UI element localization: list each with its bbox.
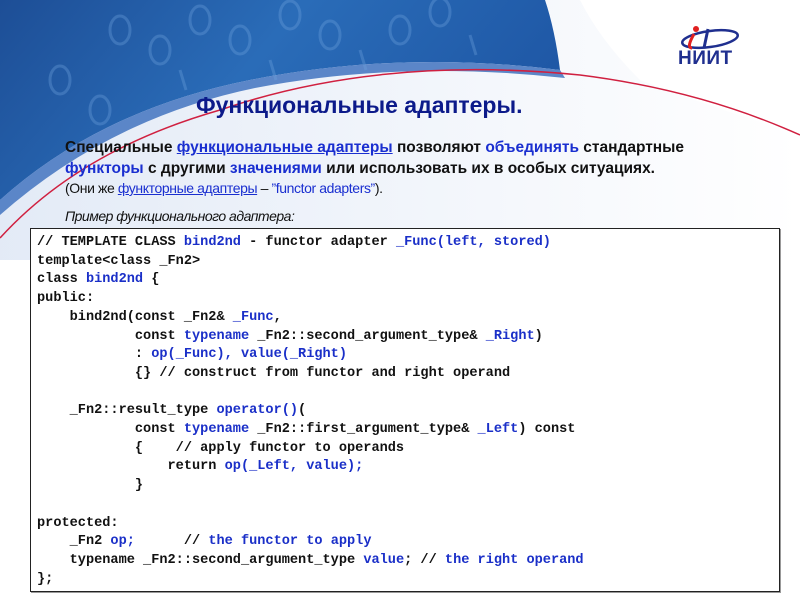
code-line: const typename _Fn2::second_argument_typ… <box>37 328 584 347</box>
page-title: Функциональные адаптеры. <box>196 92 523 118</box>
english-term: ”functor adapters” <box>271 180 376 196</box>
code-token-highlight: the functor to apply <box>208 534 372 550</box>
code-token: return <box>37 459 225 475</box>
example-label: Пример функционального адаптера: <box>65 208 295 224</box>
code-token: _Fn2::first_argument_type& <box>249 422 478 438</box>
intro-text: с другими <box>143 160 230 177</box>
code-line: return op(_Left, value); <box>37 458 584 477</box>
code-line: : op(_Func), value(_Right) <box>37 346 584 365</box>
code-token: , <box>273 309 282 325</box>
code-token: }; <box>37 571 54 587</box>
code-token-highlight: op; <box>110 534 135 550</box>
code-token: template<class _Fn2> <box>37 253 201 269</box>
code-token: ( <box>298 403 307 419</box>
code-line: bind2nd(const _Fn2& _Func, <box>37 309 584 328</box>
functional-adapters-link[interactable]: функциональные адаптеры <box>177 139 393 156</box>
code-line: { // apply functor to operands <box>37 440 584 459</box>
intro-text: или использовать их в особых ситуациях. <box>321 160 655 177</box>
note-text: ). <box>374 180 383 196</box>
code-token-highlight: _Right <box>485 328 535 344</box>
code-token: const <box>37 422 184 438</box>
code-block: // TEMPLATE CLASS bind2nd - functor adap… <box>30 228 780 592</box>
code-token-highlight: op(_Left, value); <box>224 459 364 475</box>
note-text: – <box>257 180 272 196</box>
code-token: typename _Fn2::second_argument_type <box>37 552 364 568</box>
logo-text: НИИТ <box>678 48 733 69</box>
code-line: }; <box>37 571 584 590</box>
code-line: _Fn2::result_type operator()( <box>37 402 584 421</box>
code-token-highlight: value <box>363 552 405 568</box>
code-line: _Fn2 op; // the functor to apply <box>37 533 584 552</box>
code-token-highlight: bind2nd <box>85 272 144 288</box>
code-token: : <box>37 347 152 363</box>
code-token: protected: <box>37 515 119 531</box>
code-token-highlight: _Left <box>477 422 519 438</box>
code-token-highlight: bind2nd <box>183 235 241 250</box>
code-token: { <box>143 272 160 288</box>
code-line: template<class _Fn2> <box>37 253 584 272</box>
code-token-highlight: _Func(left, stored) <box>395 235 551 250</box>
code-token: {} // construct from functor and right o… <box>37 365 511 381</box>
code-token: ) const <box>518 422 576 438</box>
code-token: // <box>134 534 209 550</box>
code-token: { // apply functor to operands <box>37 440 405 456</box>
highlight-combine: объединять <box>485 139 579 156</box>
code-token: public: <box>37 291 95 307</box>
note-text: (Они же <box>65 180 118 196</box>
intro-paragraph: Специальные функциональные адаптеры позв… <box>65 137 785 179</box>
code-token: _Fn2 <box>37 534 111 550</box>
code-token: // TEMPLATE CLASS <box>37 235 184 250</box>
code-token: _Fn2::second_argument_type& <box>249 328 486 344</box>
functor-adapters-link[interactable]: функторные адаптеры <box>118 180 258 196</box>
code-token: bind2nd(const _Fn2& <box>37 309 233 325</box>
code-token-highlight: op(_Func), value(_Right) <box>151 347 348 363</box>
code-token-highlight: the right operand <box>444 552 584 568</box>
intro-line-2: функторы с другими значениями или исполь… <box>65 158 785 179</box>
code-line: public: <box>37 290 584 309</box>
code-line: const typename _Fn2::first_argument_type… <box>37 421 584 440</box>
code-token-highlight: operator() <box>216 403 299 419</box>
code-token: ; // <box>404 552 445 568</box>
intro-text: позволяют <box>392 139 486 156</box>
highlight-functors: функторы <box>65 160 144 177</box>
code-line: {} // construct from functor and right o… <box>37 365 584 384</box>
code-token: const <box>37 328 184 344</box>
intro-text: Специальные <box>65 139 177 156</box>
code-token: class <box>37 272 86 288</box>
code-token: } <box>37 478 144 494</box>
code-token-highlight: _Func <box>232 309 274 325</box>
code-token: _Fn2::result_type <box>37 403 217 419</box>
code-line: typename _Fn2::second_argument_type valu… <box>37 552 584 571</box>
intro-text: стандартные <box>578 139 685 156</box>
intro-line-1: Специальные функциональные адаптеры позв… <box>65 137 785 158</box>
code-token-highlight: typename <box>183 328 250 344</box>
code-token: ) <box>534 328 543 344</box>
code-listing: // TEMPLATE CLASS bind2nd - functor adap… <box>37 234 584 589</box>
code-line: // TEMPLATE CLASS bind2nd - functor adap… <box>37 234 584 253</box>
highlight-values: значениями <box>229 160 322 177</box>
alias-note: (Они же функторные адаптеры – ”functor a… <box>65 180 383 196</box>
code-line: class bind2nd { <box>37 271 584 290</box>
code-line: protected: <box>37 515 584 534</box>
code-token-highlight: typename <box>183 422 250 438</box>
code-token: - functor adapter <box>240 235 396 250</box>
code-line: } <box>37 477 584 496</box>
